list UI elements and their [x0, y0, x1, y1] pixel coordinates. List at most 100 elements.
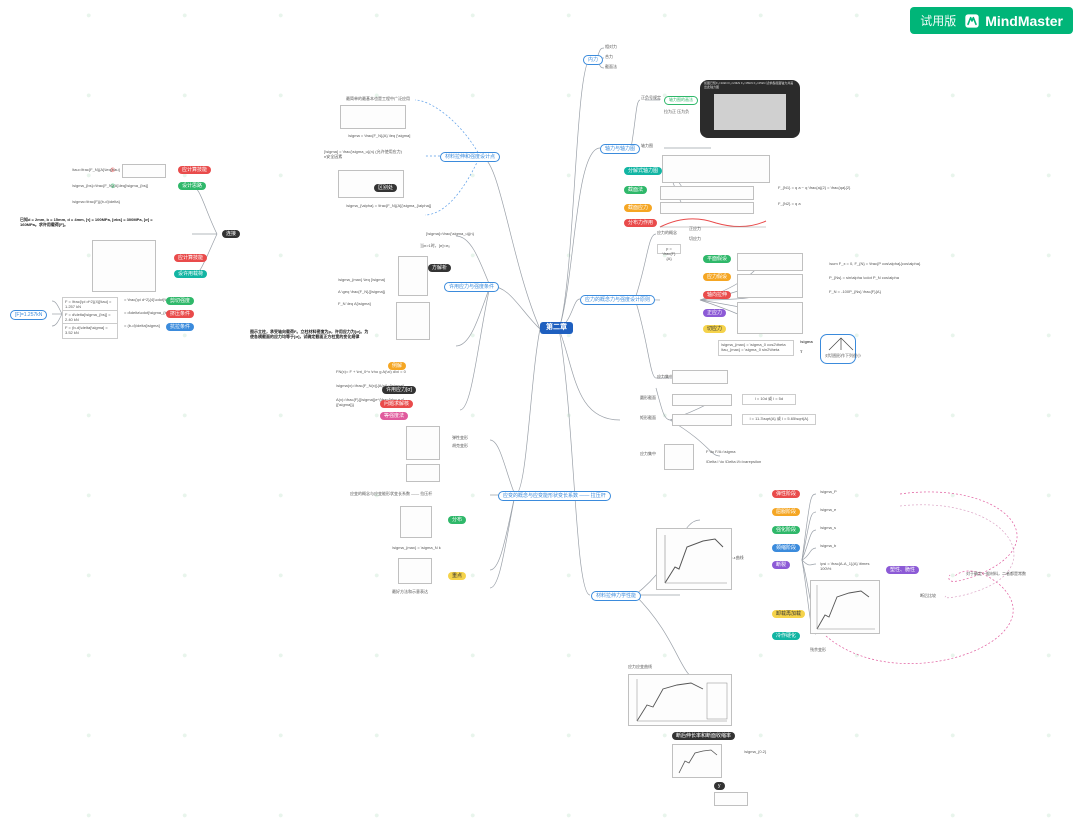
eq: \sigma_{0.2}	[744, 750, 766, 755]
note: 最简单的最基本也是工程中广泛应用	[346, 97, 410, 102]
eq-rhs: = \frac{\pi d^2}{4}\cdot[\tau]	[124, 298, 172, 303]
node-r3-title[interactable]: 应力的概念力与强度设计原则	[580, 295, 655, 305]
pill[interactable]: 屈服阶段	[772, 508, 800, 516]
node-r2-sub1[interactable]: 正负号规定	[641, 96, 661, 101]
diagram-box	[664, 444, 694, 470]
pill[interactable]: 应力假设	[703, 273, 731, 281]
dark-pill[interactable]: y	[714, 782, 725, 790]
app-badge: 试用版 MindMaster	[910, 7, 1073, 34]
diagram-box	[672, 394, 732, 406]
diagram-box	[400, 506, 432, 538]
mindmap-canvas[interactable]: 第二章 内力 相对力 合力 截面法 轴力与轴力图 正负号规定 轴力图的画法 拉为…	[0, 0, 1080, 811]
dark-pill[interactable]: 断后伸长率和断面收缩率	[672, 732, 735, 740]
node-r5-title[interactable]: 材料拉伸力学性能	[591, 591, 641, 601]
pill-r2-b[interactable]: 截面法	[624, 186, 647, 194]
eq-box: l = 10d 或 l = 5d	[742, 394, 796, 405]
eq: F_{N1} = q a − q \frac{a}{2} = \frac{qa}…	[778, 186, 850, 191]
embedded-image-dark: 如图已知F₁=10kN F₂=20kN F₃=35kN F₄=25kN 试求各截…	[700, 80, 800, 138]
eq: P_{Ns} = sin\alpha \cdot P_N cos\alpha	[829, 276, 899, 281]
tag-pill[interactable]: 剪切强度	[166, 297, 194, 305]
dark-pill[interactable]: 方解析	[428, 264, 451, 272]
diagram-box	[398, 256, 428, 296]
pill[interactable]: 设许用载荷	[174, 270, 207, 278]
note: 当n>1时，[σ]<σᵤ	[420, 244, 450, 249]
tag-pill[interactable]: 挤压条件	[166, 310, 194, 318]
eq-rhs: = (b-d)\delta[\sigma]	[124, 324, 160, 329]
diag-label[interactable]: 矩形截面	[640, 416, 656, 421]
pill[interactable]: 平面假设	[703, 255, 731, 263]
diag-label[interactable]: 应力集中	[640, 452, 656, 457]
pill[interactable]: 切应力	[703, 325, 726, 333]
link-pill[interactable]: 连接	[222, 230, 240, 238]
node-r2-sub2[interactable]: 轴力图	[641, 144, 653, 149]
node-r1-item[interactable]: 截面法	[605, 65, 617, 70]
pill[interactable]: 重点	[448, 572, 466, 580]
node-r2-title[interactable]: 轴力与轴力图	[600, 144, 640, 154]
tag-pill[interactable]: 抗拉条件	[166, 323, 194, 331]
pill[interactable]: 应计算技能	[178, 166, 211, 174]
diagram-box	[398, 558, 432, 584]
diagram-box	[660, 202, 754, 214]
pill[interactable]: 分布	[448, 516, 466, 524]
eq: F_{N2} = q a	[778, 202, 801, 207]
chart-box	[672, 744, 722, 778]
eq: [\sigma] = \frac{\sigma_u}{n} (允许使用应力) n…	[324, 150, 404, 160]
node-r3-subitem[interactable]: 正应力	[689, 227, 701, 232]
pill[interactable]: 正应力	[703, 309, 726, 317]
eq: \sigma_s	[820, 526, 836, 531]
center-node[interactable]: 第二章	[540, 322, 573, 334]
eq: \Delta l \to \Delta l/l=\varepsilon	[706, 460, 761, 465]
dark-pill[interactable]: 区别处	[374, 184, 397, 192]
diagram-box	[662, 155, 770, 183]
eq: \sigma_{max} = \sigma_N k	[392, 546, 441, 551]
eq: \sigma_e	[820, 508, 836, 513]
node-r5-lower[interactable]: 应力应变曲线	[628, 665, 652, 670]
eq: A \geq \frac{F_N}{[\sigma]}	[338, 290, 385, 295]
pill[interactable]: 轴向拉伸	[703, 291, 731, 299]
diagram-box	[714, 792, 748, 806]
eq: \sigma_{max} \leq [\sigma]	[338, 278, 385, 283]
pill-r2-c[interactable]: 截面应力	[624, 204, 652, 212]
node-r3b-sub[interactable]: 应力集中	[657, 375, 673, 380]
pill[interactable]: 断裂	[772, 561, 790, 569]
node-l4-long: 应变的概念与应变能形状变长系数 —— 拉压杆	[350, 492, 480, 497]
diagram-box	[737, 302, 803, 334]
node-l2-title[interactable]: 许用应力与强度条件	[444, 282, 499, 292]
pill-r2-d[interactable]: 分布力作用	[624, 219, 657, 227]
node-l1-title[interactable]: 材料拉伸和强度设计点	[440, 152, 500, 162]
node-r3-sub[interactable]: 应力的概念	[657, 231, 677, 236]
note-box: 对切图形作下列很小	[820, 334, 856, 364]
node-r3-subitem[interactable]: 切应力	[689, 237, 701, 242]
pill[interactable]: 残余变形	[810, 648, 826, 653]
pill[interactable]: 冷作硬化	[772, 632, 800, 640]
node-r1-item[interactable]: 相对力	[605, 45, 617, 50]
pill[interactable]: 应计算技能	[174, 254, 207, 262]
result-box: [F]=1.257kN	[10, 310, 47, 320]
pill[interactable]: 卸载再加载	[772, 610, 805, 618]
node-l4-title[interactable]: 应变的概念与应变能形状变长系数 —— 拉压杆	[498, 491, 611, 501]
node-l4-sub[interactable]: 弹性变形	[452, 436, 468, 441]
pill[interactable]: 强化阶段	[772, 526, 800, 534]
far-right-note: 对于确定一般材料，二者都是常数	[966, 572, 1026, 577]
pill[interactable]: 颈缩阶段	[772, 544, 800, 552]
bubble[interactable]: 塑性、脆性	[886, 566, 919, 574]
pill-r2-a[interactable]: 分解式轴力图	[624, 167, 662, 175]
diag-label[interactable]: 圆形截面	[640, 396, 656, 401]
chart-box	[656, 528, 732, 590]
diagram-box	[396, 302, 430, 340]
eq: \sigma_b	[820, 544, 836, 549]
node-r1-title[interactable]: 内力	[583, 55, 603, 65]
pill-end[interactable]: 问题求解核	[380, 400, 413, 408]
node-r1-item[interactable]: 合力	[605, 55, 613, 60]
sigma: \sigma	[800, 340, 813, 345]
pill[interactable]: 弹性阶段	[772, 490, 800, 498]
diagram-box	[672, 414, 732, 426]
node-l4-sub[interactable]: 胡克变形	[452, 444, 468, 449]
problem-text: 已知d = 2mm, b = 15mm, d = 4mm, [τ] = 100M…	[20, 218, 160, 228]
dark-pill[interactable]: 许用应力[σ]	[382, 386, 416, 394]
node-r2-sub1-child[interactable]: 轴力图的画法	[664, 96, 698, 105]
pink-pill[interactable]: 等强度法	[380, 412, 408, 420]
pill[interactable]: 设计思路	[178, 182, 206, 190]
dot-icon: ①	[110, 168, 115, 175]
diagram-box	[340, 105, 406, 129]
